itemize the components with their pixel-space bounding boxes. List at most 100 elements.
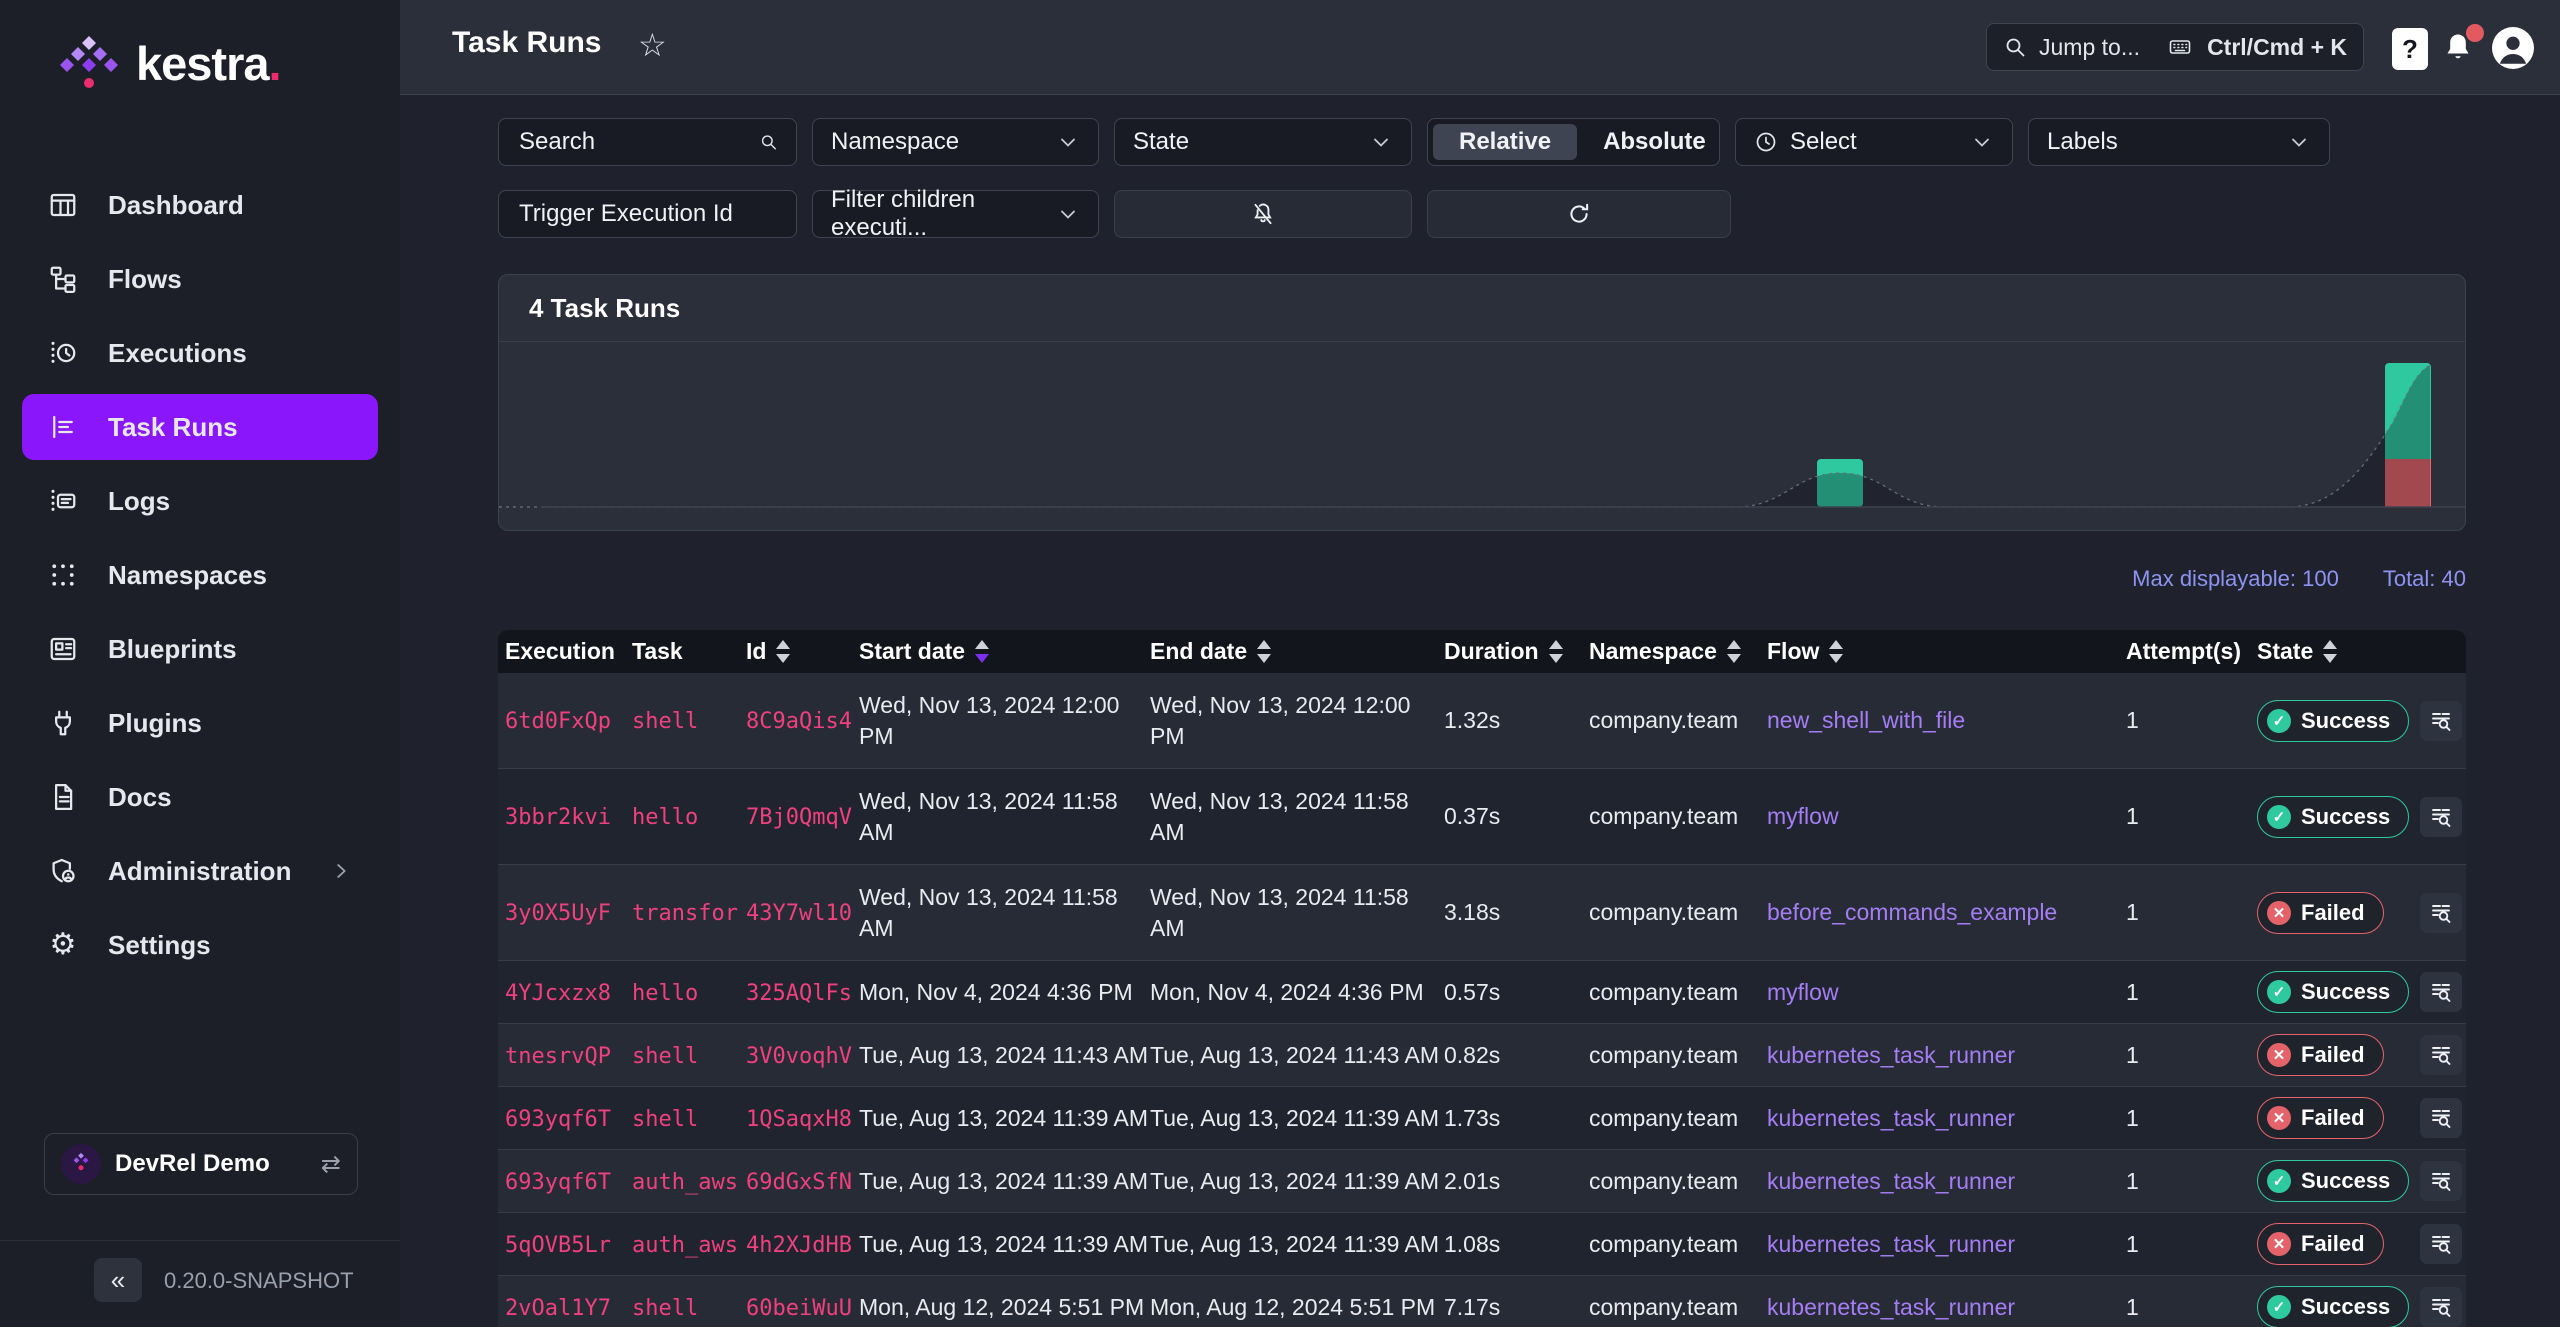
search-input[interactable] — [517, 127, 747, 157]
tenant-selector[interactable]: DevRel Demo ⇄ — [44, 1133, 358, 1195]
flow-link[interactable]: kubernetes_task_runner — [1767, 1042, 2015, 1068]
column-header-end-date[interactable]: End date — [1143, 638, 1437, 665]
sort-icon[interactable] — [2323, 640, 2338, 663]
namespace-filter-select[interactable]: Namespace — [812, 118, 1099, 166]
task-link[interactable]: shell — [632, 1296, 698, 1321]
task-link[interactable]: hello — [632, 981, 698, 1006]
sidebar-item-namespaces[interactable]: Namespaces — [22, 542, 378, 608]
actions-cell — [2413, 1035, 2466, 1075]
state-filter-select[interactable]: State — [1114, 118, 1412, 166]
taskrun-id-link[interactable]: 3V0voqhV — [746, 1044, 852, 1069]
task-link[interactable]: shell — [632, 709, 698, 734]
table-header-row: Execution Task Id Start date End date Duratio… — [498, 630, 2466, 673]
flow-link[interactable]: myflow — [1767, 803, 1839, 829]
view-logs-button[interactable] — [2420, 1098, 2462, 1138]
column-header-flow[interactable]: Flow — [1760, 638, 2119, 665]
taskrun-id-link[interactable]: 325AQlFs — [746, 981, 852, 1006]
execution-link[interactable]: 6td0FxQp — [505, 709, 611, 734]
task-link[interactable]: auth_aws — [632, 1233, 738, 1258]
execution-link[interactable]: tnesrvQP — [505, 1044, 611, 1069]
task-link[interactable]: auth_aws — [632, 1170, 738, 1195]
help-button[interactable]: ? — [2392, 28, 2428, 70]
user-avatar[interactable] — [2492, 27, 2534, 69]
sidebar-item-settings[interactable]: ⚙ Settings — [22, 912, 378, 978]
tenant-switch-icon[interactable]: ⇄ — [321, 1150, 341, 1178]
sort-icon[interactable] — [1829, 640, 1844, 663]
sidebar-item-executions[interactable]: Executions — [22, 320, 378, 386]
view-logs-button[interactable] — [2420, 972, 2462, 1012]
absolute-toggle[interactable]: Absolute — [1577, 124, 1732, 160]
flow-cell: kubernetes_task_runner — [1760, 1231, 2119, 1258]
relative-toggle[interactable]: Relative — [1433, 124, 1578, 160]
taskrun-id-link[interactable]: 7Bj0QmqV — [746, 805, 852, 830]
search-input-wrap[interactable] — [498, 118, 797, 166]
labels-filter-select[interactable]: Labels — [2028, 118, 2330, 166]
flow-link[interactable]: before_commands_example — [1767, 899, 2057, 925]
sort-icon[interactable] — [975, 640, 990, 663]
task-runs-chart[interactable] — [499, 342, 2465, 530]
execution-link[interactable]: 693yqf6T — [505, 1170, 611, 1195]
time-range-select[interactable]: Select — [1735, 118, 2013, 166]
settings-icon: ⚙ — [49, 927, 77, 962]
sidebar-item-blueprints[interactable]: Blueprints — [22, 616, 378, 682]
collapse-sidebar-button[interactable]: « — [94, 1258, 142, 1302]
column-header-id[interactable]: Id — [739, 638, 852, 665]
view-logs-button[interactable] — [2420, 1224, 2462, 1264]
column-header-state[interactable]: State — [2250, 638, 2413, 665]
taskrun-id-link[interactable]: 8C9aQis4 — [746, 709, 852, 734]
sidebar-item-docs[interactable]: Docs — [22, 764, 378, 830]
sidebar-item-flows[interactable]: Flows — [22, 246, 378, 312]
filter-children-select[interactable]: Filter children executi... — [812, 186, 1099, 241]
taskrun-id-link[interactable]: 43Y7wl10 — [746, 901, 852, 926]
view-logs-button[interactable] — [2420, 1035, 2462, 1075]
sort-icon[interactable] — [1726, 640, 1741, 663]
favorite-star-icon[interactable]: ☆ — [638, 26, 667, 64]
taskrun-id-link[interactable]: 4h2XJdHB — [746, 1233, 852, 1258]
column-header-duration[interactable]: Duration — [1437, 638, 1582, 665]
sort-icon[interactable] — [776, 640, 791, 663]
trigger-execution-id-wrap[interactable] — [498, 190, 797, 238]
view-logs-button[interactable] — [2420, 796, 2462, 837]
plugins-icon — [48, 708, 78, 738]
flow-link[interactable]: kubernetes_task_runner — [1767, 1231, 2015, 1257]
view-logs-button[interactable] — [2420, 892, 2462, 933]
taskrun-id-link[interactable]: 60beiWuU — [746, 1296, 852, 1321]
flow-link[interactable]: kubernetes_task_runner — [1767, 1105, 2015, 1131]
task-link[interactable]: hello — [632, 805, 698, 830]
flow-link[interactable]: kubernetes_task_runner — [1767, 1168, 2015, 1194]
task-link[interactable]: shell — [632, 1107, 698, 1132]
kestra-logo[interactable]: kestra. — [58, 34, 282, 92]
flow-link[interactable]: myflow — [1767, 979, 1839, 1005]
mute-notifications-button[interactable] — [1114, 190, 1412, 238]
column-header-start-date[interactable]: Start date — [852, 638, 1143, 665]
execution-link[interactable]: 4YJcxzx8 — [505, 981, 611, 1006]
trigger-execution-id-input[interactable] — [517, 199, 778, 229]
execution-link[interactable]: 3bbr2kvi — [505, 805, 611, 830]
jump-to-shortcut: Ctrl/Cmd + K — [2207, 33, 2347, 60]
sidebar-item-administration[interactable]: Administration — [22, 838, 378, 904]
sidebar-item-task-runs[interactable]: Task Runs — [22, 394, 378, 460]
flow-link[interactable]: kubernetes_task_runner — [1767, 1294, 2015, 1320]
taskrun-id-link[interactable]: 1QSaqxH8 — [746, 1107, 852, 1132]
refresh-button[interactable] — [1427, 190, 1731, 238]
execution-link[interactable]: 5qOVB5Lr — [505, 1233, 611, 1258]
view-logs-button[interactable] — [2420, 1161, 2462, 1201]
view-logs-button[interactable] — [2420, 1287, 2462, 1327]
task-link[interactable]: transfor — [632, 901, 738, 926]
table-row: 5qOVB5Lr auth_aws 4h2XJdHB Tue, Aug 13, 202… — [498, 1212, 2466, 1275]
execution-link[interactable]: 2vOal1Y7 — [505, 1296, 611, 1321]
view-logs-button[interactable] — [2420, 700, 2462, 741]
sidebar-item-logs[interactable]: Logs — [22, 468, 378, 534]
sort-icon[interactable] — [1548, 640, 1563, 663]
sort-icon[interactable] — [1257, 640, 1272, 663]
execution-link[interactable]: 693yqf6T — [505, 1107, 611, 1132]
execution-link[interactable]: 3y0X5UyF — [505, 901, 611, 926]
task-link[interactable]: shell — [632, 1044, 698, 1069]
jump-to-search[interactable]: Jump to... Ctrl/Cmd + K — [1986, 23, 2364, 71]
sidebar-item-dashboard[interactable]: Dashboard — [22, 172, 378, 238]
notifications-bell-icon[interactable] — [2440, 24, 2484, 70]
column-header-namespace[interactable]: Namespace — [1582, 638, 1760, 665]
sidebar-item-plugins[interactable]: Plugins — [22, 690, 378, 756]
taskrun-id-link[interactable]: 69dGxSfN — [746, 1170, 852, 1195]
flow-link[interactable]: new_shell_with_file — [1767, 707, 1965, 733]
